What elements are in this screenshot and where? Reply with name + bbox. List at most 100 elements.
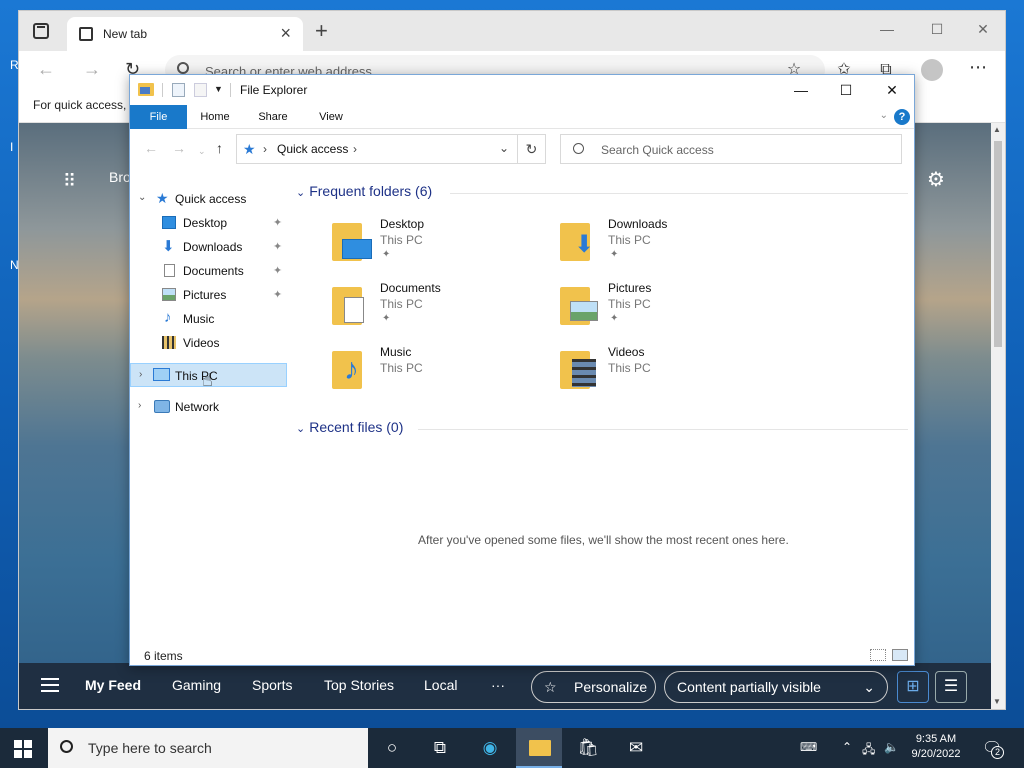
menu-hamburger-icon[interactable] [41, 678, 59, 692]
personalize-button[interactable]: ☆ Personalize [531, 671, 656, 703]
tab-actions-icon[interactable] [33, 23, 49, 39]
expand-chevron-icon[interactable]: › [139, 369, 142, 380]
back-arrow-icon[interactable]: ← [144, 141, 158, 155]
network-status-icon[interactable]: 🖧 [862, 740, 875, 761]
search-placeholder: Search Quick access [601, 143, 714, 157]
chevron-down-icon[interactable]: ⌄ [499, 141, 509, 155]
tree-item-downloads[interactable]: ⬇ Downloads ✦ [130, 235, 288, 259]
feed-tab-local[interactable]: Local [424, 677, 457, 693]
tree-label: Pictures [183, 288, 227, 302]
apps-grid-icon[interactable]: ⠿ [63, 171, 77, 192]
feed-tab-gaming[interactable]: Gaming [172, 677, 221, 693]
folder-tile-desktop[interactable]: Desktop This PC ✦ [332, 217, 552, 273]
start-windows-icon[interactable] [14, 740, 32, 758]
tree-label: Documents [183, 264, 244, 278]
close-tab-icon[interactable]: × [280, 23, 291, 43]
search-icon [177, 62, 189, 74]
tree-item-videos[interactable]: Videos [130, 331, 288, 355]
ribbon-tab-file[interactable]: File [130, 105, 187, 129]
explorer-address-bar[interactable]: ★ › Quick access › ⌄ [236, 134, 518, 164]
properties-icon[interactable] [172, 83, 185, 97]
back-arrow-icon[interactable]: ← [37, 59, 55, 79]
new-folder-icon[interactable] [194, 83, 207, 97]
cortana-circle-icon[interactable]: ○ [380, 736, 404, 760]
folder-tile-videos[interactable]: Videos This PC [560, 345, 780, 401]
expand-chevron-icon[interactable]: › [138, 400, 141, 411]
show-hidden-icons-chevron-icon[interactable]: ⌃ [842, 740, 852, 754]
star-icon: ★ [156, 190, 169, 206]
feed-tab-my-feed[interactable]: My Feed [85, 677, 141, 693]
mail-envelope-icon[interactable]: ✉ [624, 736, 648, 760]
store-bag-icon[interactable]: 🛍 [576, 736, 600, 760]
recent-locations-icon[interactable]: ⌄ [198, 144, 206, 158]
action-center-icon[interactable]: 🗨2 [982, 738, 1004, 759]
edge-browser-icon[interactable]: ◉ [478, 736, 502, 760]
list-layout-button[interactable]: ☰ [935, 671, 967, 703]
tree-item-documents[interactable]: Documents ✦ [130, 259, 288, 283]
tree-label: Downloads [183, 240, 243, 254]
recent-files-header[interactable]: ⌄ Recent files (0) [296, 419, 403, 435]
search-icon [573, 143, 584, 154]
refresh-button[interactable]: ↻ [518, 134, 546, 164]
tree-item-pictures[interactable]: Pictures ✦ [130, 283, 288, 307]
profile-avatar[interactable] [921, 59, 943, 81]
forward-arrow-icon[interactable]: → [172, 141, 186, 155]
tree-item-music[interactable]: ♪ Music [130, 307, 288, 331]
new-tab-page-icon [79, 27, 93, 41]
tree-item-network[interactable]: › Network [130, 395, 288, 419]
explorer-maximize-button[interactable]: ☐ [823, 77, 869, 103]
search-input[interactable]: Search Quick access [560, 134, 902, 164]
gear-icon[interactable]: ⚙ [927, 167, 945, 192]
folder-tile-music[interactable]: ♪ Music This PC [332, 345, 552, 401]
folder-tile-downloads[interactable]: ⬇ Downloads This PC ✦ [560, 217, 780, 273]
folder-tile-pictures[interactable]: Pictures This PC ✦ [560, 281, 780, 337]
collapse-chevron-icon[interactable]: ⌄ [138, 192, 146, 203]
up-arrow-icon[interactable]: ↑ [216, 141, 223, 155]
ribbon-tab-home[interactable]: Home [192, 105, 238, 129]
tree-item-desktop[interactable]: Desktop ✦ [130, 211, 288, 235]
grid-layout-button[interactable]: ⊞ [897, 671, 929, 703]
browser-minimize-button[interactable]: — [867, 17, 907, 41]
volume-muted-icon[interactable]: 🔈 [884, 740, 899, 754]
ribbon-tab-share[interactable]: Share [250, 105, 296, 129]
ribbon-tab-view[interactable]: View [308, 105, 354, 129]
pin-icon: ✦ [273, 265, 283, 277]
feed-more-button[interactable]: ··· [491, 677, 505, 693]
help-icon[interactable]: ? [894, 109, 910, 125]
star-outline-icon: ☆ [544, 679, 557, 695]
settings-more-icon[interactable]: ⋯ [969, 57, 988, 78]
tab-new-tab[interactable]: New tab × [67, 17, 303, 51]
breadcrumb-chevron-icon[interactable]: › [353, 142, 357, 156]
chevron-down-icon: ⌄ [863, 679, 875, 695]
breadcrumb-chevron-icon[interactable]: › [263, 142, 267, 156]
scroll-down-arrow-icon[interactable]: ▼ [993, 697, 1001, 706]
large-icons-view-icon[interactable] [892, 649, 908, 661]
desktop-folder-icon [332, 221, 372, 261]
system-clock[interactable]: 9:35 AM 9/20/2022 [904, 732, 968, 762]
breadcrumb-quick-access[interactable]: Quick access [277, 142, 348, 156]
task-view-icon[interactable]: ⧉ [428, 736, 452, 760]
browser-maximize-button[interactable]: ☐ [917, 17, 957, 41]
tree-item-quick-access[interactable]: ⌄ ★ Quick access [130, 187, 288, 211]
feed-tab-top-stories[interactable]: Top Stories [324, 677, 394, 693]
explorer-minimize-button[interactable]: — [778, 77, 824, 103]
scrollbar-thumb[interactable] [994, 141, 1002, 347]
scroll-up-arrow-icon[interactable]: ▲ [993, 125, 1001, 134]
forward-arrow-icon[interactable]: → [83, 59, 101, 79]
frequent-folders-header[interactable]: ⌄ Frequent folders (6) [296, 183, 432, 199]
content-visibility-dropdown[interactable]: Content partially visible ⌄ [664, 671, 888, 703]
navigation-pane: ⌄ ★ Quick access Desktop ✦ ⬇ Downloads ✦… [130, 181, 290, 641]
details-view-icon[interactable] [870, 649, 886, 661]
feed-tab-sports[interactable]: Sports [252, 677, 292, 693]
new-tab-plus-icon[interactable]: + [315, 20, 328, 42]
customize-toolbar-icon[interactable]: ▼ [214, 84, 223, 94]
page-scrollbar[interactable]: ▲ ▼ [991, 123, 1005, 709]
taskbar-file-explorer-active[interactable] [516, 728, 562, 768]
expand-ribbon-chevron-icon[interactable]: ⌄ [880, 110, 888, 121]
folder-tile-documents[interactable]: Documents This PC ✦ [332, 281, 552, 337]
explorer-close-button[interactable]: ✕ [869, 77, 914, 103]
browser-close-button[interactable]: ✕ [963, 17, 1003, 41]
taskbar-search-box[interactable]: Type here to search [48, 728, 368, 768]
pin-icon: ✦ [610, 249, 619, 260]
keyboard-icon[interactable]: ⌨ [800, 740, 817, 754]
